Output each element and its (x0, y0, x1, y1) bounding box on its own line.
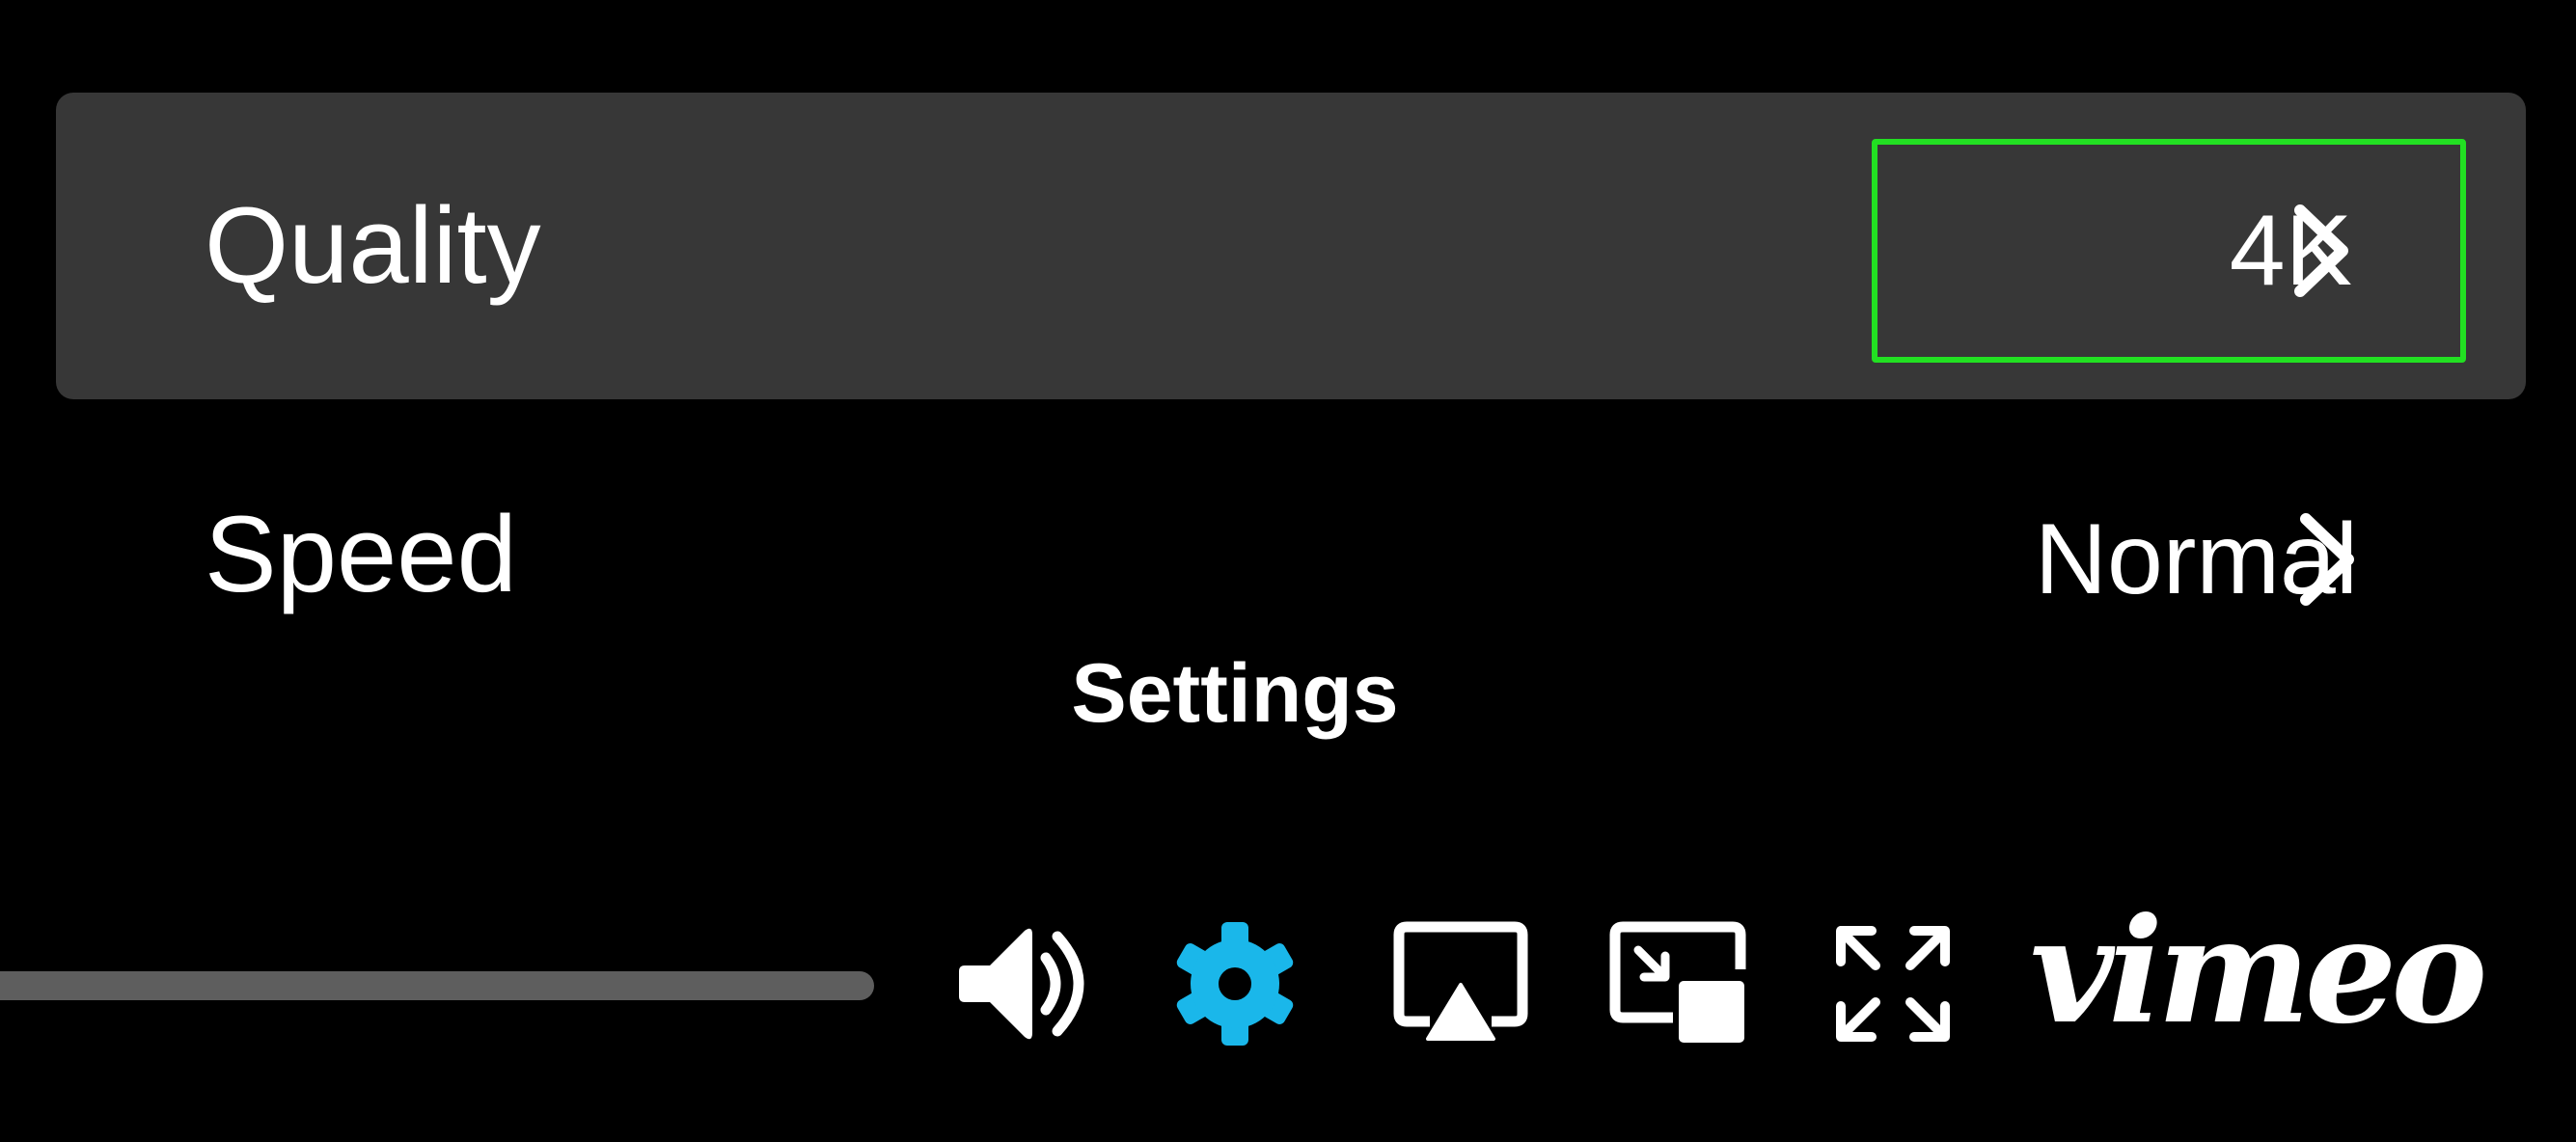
chevron-right-icon (2294, 204, 2348, 297)
video-player: Quality 4K Speed Normal Settings vimeo (0, 0, 2576, 1142)
progress-track[interactable] (0, 971, 874, 1000)
fullscreen-icon[interactable] (1831, 921, 1955, 1047)
settings-tooltip-text: Settings (1071, 647, 1399, 740)
pip-icon[interactable] (1609, 921, 1746, 1047)
volume-icon[interactable] (957, 921, 1094, 1047)
airplay-icon[interactable] (1393, 921, 1528, 1047)
gear-icon[interactable] (1169, 921, 1301, 1047)
settings-tooltip: Settings (0, 646, 2470, 742)
settings-row-quality[interactable]: Quality 4K (56, 93, 2526, 399)
speed-value-button[interactable]: Normal (1872, 448, 2466, 671)
quality-label: Quality (205, 185, 541, 306)
chevron-right-icon (2300, 513, 2354, 606)
vimeo-logo[interactable]: vimeo (2030, 899, 2487, 1044)
quality-value-button[interactable]: 4K (1872, 139, 2466, 363)
